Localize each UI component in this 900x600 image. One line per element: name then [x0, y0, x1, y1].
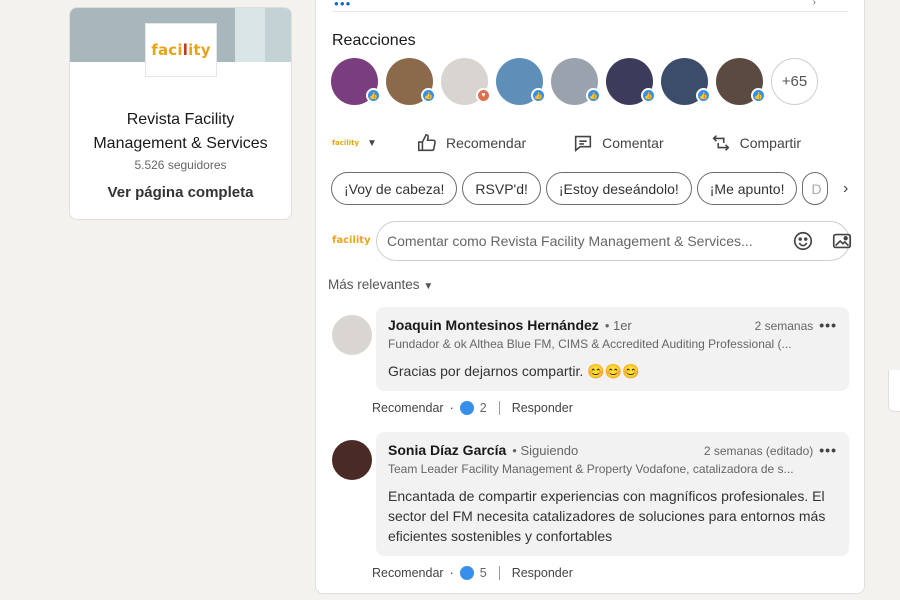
post-card: ●●● › Reacciones 👍 👍 ♥ 👍 👍 👍 👍 👍 +65 facility ▼ … [315, 0, 865, 594]
comment-text: Encantada de compartir experiencias con … [388, 488, 826, 544]
comment-time: 2 semanas (editado) [703, 444, 814, 458]
actor-switcher[interactable]: facility ▼ [332, 138, 416, 149]
rsvp-chips: ¡Voy de cabeza! RSVP'd! ¡Estoy deseándol… [331, 172, 829, 205]
like-icon: 👍 [421, 88, 436, 103]
avatar[interactable] [332, 440, 372, 480]
love-icon: ♥ [476, 88, 491, 103]
comment-author[interactable]: Sonia Díaz García [388, 442, 506, 458]
reactor-avatar[interactable]: 👍 [496, 58, 546, 105]
reactor-avatar[interactable]: 👍 [661, 58, 711, 105]
connection-degree: • Siguiendo [512, 443, 579, 458]
reactor-avatar[interactable]: 👍 [551, 58, 601, 105]
connection-degree: • 1er [604, 318, 632, 333]
comment-bubble: Sonia Díaz García • Siguiendo 2 semanas … [376, 432, 849, 556]
chip-me-apunto[interactable]: ¡Me apunto! [696, 172, 798, 205]
like-icon: 👍 [751, 88, 766, 103]
chevron-down-icon: ▼ [367, 137, 377, 149]
like-icon: 👍 [586, 88, 601, 103]
like-icon: 👍 [531, 88, 546, 103]
recommend-label: Recomendar [446, 135, 527, 151]
top-right-mark: › [812, 0, 816, 8]
more-reactors-button[interactable]: +65 [771, 58, 818, 105]
company-logo[interactable]: facility [145, 23, 217, 77]
like-icon: 👍 [641, 88, 656, 103]
reaction-avatars: 👍 👍 ♥ 👍 👍 👍 👍 👍 +65 [331, 58, 818, 105]
comment-label: Comentar [602, 135, 664, 151]
share-button[interactable]: Compartir [710, 132, 801, 154]
divider [498, 566, 500, 580]
divider [498, 401, 500, 415]
reactions-title: Reacciones [332, 32, 416, 49]
recommend-comment-button[interactable]: Recomendar [372, 566, 444, 580]
thumbs-up-icon [417, 133, 436, 152]
comment-button[interactable]: Comentar [572, 132, 664, 154]
reaction-summary-icons[interactable]: ●●● [334, 0, 352, 8]
caret-down-icon: ▼ [423, 281, 434, 292]
author-headline: Team Leader Facility Management & Proper… [388, 462, 794, 476]
chevron-right-icon[interactable]: › [843, 180, 848, 198]
share-label: Compartir [739, 135, 802, 151]
chip-voy-de-cabeza[interactable]: ¡Voy de cabeza! [331, 172, 458, 205]
comment-time: 2 semanas [754, 319, 814, 333]
company-card: facility Revista Facility Management & S… [69, 7, 292, 220]
sort-dropdown[interactable]: Más relevantes ▼ [328, 277, 433, 292]
post-actions: facility ▼ Recomendar Comentar Compartir [332, 125, 852, 161]
reactor-avatar[interactable]: 👍 [386, 58, 436, 105]
image-icon[interactable] [831, 230, 853, 252]
comment-author[interactable]: Joaquin Montesinos Hernández [388, 317, 599, 333]
reactor-avatar[interactable]: 👍 [331, 58, 381, 105]
chip-rsvpd[interactable]: RSVP'd! [462, 172, 541, 205]
company-name[interactable]: Revista Facility Management & Services [70, 108, 291, 156]
actor-logo: facility [332, 139, 360, 147]
like-icon: 👍 [366, 88, 381, 103]
comment-actions: Recomendar · 2 Responder [372, 401, 573, 415]
sort-label: Más relevantes [328, 277, 420, 292]
author-headline: Fundador & ok Althea Blue FM, CIMS & Acc… [388, 337, 792, 351]
view-full-page-link[interactable]: Ver página completa [70, 184, 291, 201]
recommend-button[interactable]: Recomendar [416, 132, 526, 154]
reply-button[interactable]: Responder [512, 401, 573, 415]
comment-actions: Recomendar · 5 Responder [372, 566, 573, 580]
like-icon [459, 401, 474, 415]
reactor-avatar[interactable]: ♥ [441, 58, 491, 105]
company-followers: 5.526 seguidores [134, 158, 227, 172]
comment-composer: facility Comentar como Revista Facility … [330, 221, 853, 263]
like-icon: 👍 [696, 88, 711, 103]
repost-icon [712, 135, 730, 151]
more-options-icon[interactable]: ••• [819, 317, 837, 333]
comment-input[interactable]: Comentar como Revista Facility Managemen… [376, 221, 850, 261]
like-icon [459, 566, 474, 580]
recommend-comment-button[interactable]: Recomendar [372, 401, 444, 415]
comment-bubble: Joaquin Montesinos Hernández • 1er 2 sem… [376, 307, 849, 391]
like-count[interactable]: 2 [480, 401, 487, 415]
like-count[interactable]: 5 [480, 566, 487, 580]
composer-logo: facility [332, 235, 371, 246]
logo-text: facility [151, 41, 211, 59]
chip-estoy-deseandolo[interactable]: ¡Estoy deseándolo! [545, 172, 692, 205]
emoji-icon[interactable] [792, 230, 814, 252]
comment-text: Gracias por dejarnos compartir. 😊😊😊 [388, 363, 640, 379]
divider [332, 11, 848, 12]
chip-partial[interactable]: D [802, 172, 829, 205]
reactor-avatar[interactable]: 👍 [606, 58, 656, 105]
more-options-icon[interactable]: ••• [819, 442, 837, 458]
reply-button[interactable]: Responder [512, 566, 573, 580]
right-panel-edge [888, 370, 900, 412]
comment-icon [575, 135, 592, 152]
reactor-avatar[interactable]: 👍 [716, 58, 766, 105]
avatar[interactable] [332, 315, 372, 355]
